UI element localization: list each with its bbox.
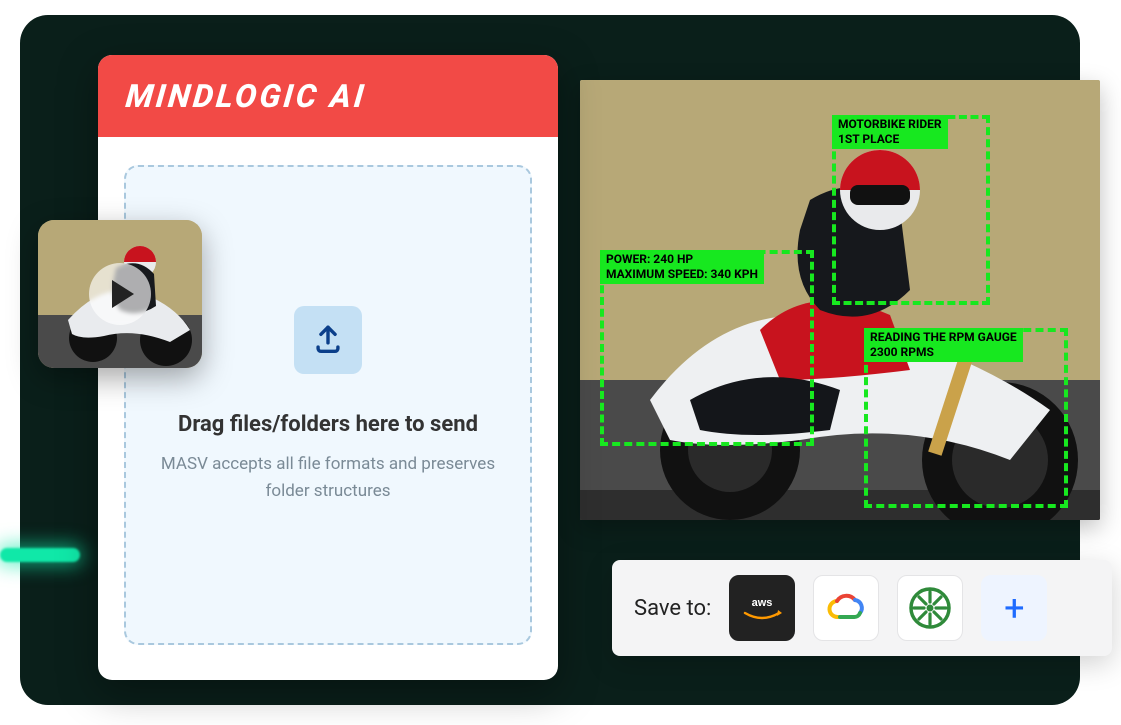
video-thumbnail[interactable] bbox=[38, 220, 202, 368]
cloud-provider-aws[interactable]: aws bbox=[729, 575, 795, 641]
accent-glow bbox=[0, 548, 80, 562]
brand-title: MINDLOGIC AI bbox=[124, 77, 368, 115]
upload-card-header: MINDLOGIC AI bbox=[98, 55, 558, 137]
google-cloud-icon bbox=[826, 591, 866, 625]
analyzed-image: MOTORBIKE RIDER 1ST PLACE POWER: 240 HP … bbox=[580, 80, 1100, 520]
wasabi-icon bbox=[908, 586, 952, 630]
dropzone-title: Drag files/folders here to send bbox=[178, 412, 478, 437]
aws-icon: aws bbox=[739, 593, 785, 623]
play-button[interactable] bbox=[89, 263, 151, 325]
cloud-provider-google-cloud[interactable] bbox=[813, 575, 879, 641]
plus-icon: + bbox=[1004, 590, 1024, 626]
play-icon bbox=[112, 280, 134, 308]
save-to-label: Save to: bbox=[634, 596, 711, 621]
detection-label-power: POWER: 240 HP MAXIMUM SPEED: 340 KPH bbox=[600, 250, 764, 284]
upload-icon bbox=[311, 323, 345, 357]
add-provider-button[interactable]: + bbox=[981, 575, 1047, 641]
upload-card-body: Drag files/folders here to send MASV acc… bbox=[98, 137, 558, 673]
detection-label-rpm: READING THE RPM GAUGE 2300 RPMS bbox=[864, 328, 1023, 362]
detection-label-rider: MOTORBIKE RIDER 1ST PLACE bbox=[832, 115, 948, 149]
cloud-provider-wasabi[interactable] bbox=[897, 575, 963, 641]
save-to-bar: Save to: aws bbox=[612, 560, 1112, 656]
dropzone-subtitle: MASV accepts all file formats and preser… bbox=[156, 451, 500, 504]
svg-text:aws: aws bbox=[752, 597, 773, 609]
upload-icon-button[interactable] bbox=[294, 306, 362, 374]
